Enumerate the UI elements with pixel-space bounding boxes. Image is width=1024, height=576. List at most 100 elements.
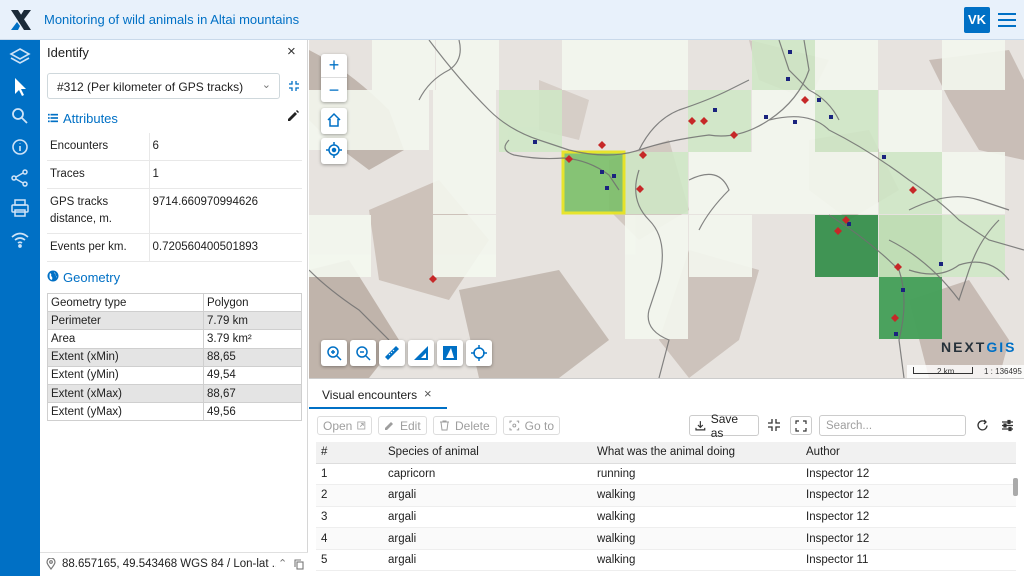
- table-toolbar: Open Edit Delete Go to Save as: [309, 409, 1024, 442]
- cell-activity: walking: [592, 484, 801, 507]
- sliders-icon[interactable]: [1001, 419, 1014, 432]
- target-icon[interactable]: [466, 340, 492, 366]
- cell-author: Inspector 12: [801, 527, 1016, 550]
- geometry-value: Polygon: [203, 292, 302, 313]
- share-icon[interactable]: [8, 166, 32, 190]
- hamburger-menu-icon[interactable]: [997, 10, 1017, 30]
- refresh-icon[interactable]: [976, 419, 989, 432]
- ruler-icon[interactable]: [379, 340, 405, 366]
- table-row[interactable]: 2 argali walking Inspector 12: [316, 484, 1016, 507]
- area-measure-icon[interactable]: [408, 340, 434, 366]
- print-icon[interactable]: [8, 196, 32, 220]
- attributes-heading-label: Attributes: [63, 111, 118, 126]
- go-to-button[interactable]: Go to: [503, 416, 560, 435]
- angle-measure-icon[interactable]: [437, 340, 463, 366]
- feature-select[interactable]: #312 (Per kilometer of GPS tracks) ⌄: [47, 73, 280, 99]
- attribute-value: 1: [149, 160, 302, 189]
- cell-activity: walking: [592, 527, 801, 550]
- map-view[interactable]: + − NEXTGIS 2 km 1 : 136495: [309, 40, 1024, 378]
- fullscreen-button[interactable]: [790, 416, 812, 435]
- user-avatar[interactable]: VK: [964, 7, 990, 33]
- layers-icon[interactable]: [8, 45, 32, 69]
- focus-icon: [509, 420, 520, 431]
- open-button[interactable]: Open: [317, 416, 372, 435]
- geometry-heading[interactable]: Geometry: [47, 270, 120, 285]
- locate-button[interactable]: [321, 138, 347, 164]
- table-header-row: # Species of animal What was the animal …: [316, 442, 1016, 464]
- geometry-value: 7.79 km: [203, 311, 302, 331]
- cell-author: Inspector 12: [801, 484, 1016, 507]
- nextgis-logo-icon[interactable]: [8, 7, 34, 33]
- geometry-name: Area: [47, 329, 204, 349]
- scale-bar: 2 km 1 : 136495: [907, 365, 1024, 378]
- left-toolbar: [0, 40, 40, 576]
- delete-button[interactable]: Delete: [433, 416, 497, 435]
- tab-visual-encounters[interactable]: Visual encounters ×: [309, 379, 447, 409]
- app-header: Monitoring of wild animals in Altai moun…: [0, 0, 1024, 40]
- zoom-in-tool-icon[interactable]: [321, 340, 347, 366]
- attributes-heading[interactable]: Attributes: [47, 111, 118, 126]
- geometry-name: Perimeter: [47, 311, 204, 331]
- zoom-in-button[interactable]: +: [321, 54, 347, 78]
- table-row[interactable]: 5 argali walking Inspector 11: [316, 549, 1016, 572]
- home-icon: [321, 108, 347, 132]
- coordinate-bar: 88.657165, 49.543468 WGS 84 / Lon-lat ..…: [40, 552, 308, 576]
- cell-id: 3: [316, 506, 383, 529]
- column-header-id[interactable]: #: [316, 442, 383, 464]
- column-header-species[interactable]: Species of animal: [383, 442, 592, 464]
- open-button-label: Open: [323, 418, 353, 433]
- save-as-button[interactable]: Save as: [689, 412, 759, 440]
- zoom-control: + −: [321, 54, 347, 102]
- save-as-button-label: Save as: [710, 411, 739, 440]
- chevron-up-icon[interactable]: ⌃: [278, 557, 287, 570]
- geometry-name: Geometry type: [47, 292, 204, 313]
- crosshair-icon: [321, 138, 347, 162]
- table-row[interactable]: 3 argali walking Inspector 12: [316, 506, 1016, 529]
- identify-cursor-icon[interactable]: [8, 75, 32, 99]
- edit-button[interactable]: Edit: [378, 416, 427, 435]
- attribute-name: Encounters: [47, 133, 150, 161]
- pencil-icon[interactable]: [287, 110, 299, 122]
- expand-icon[interactable]: [767, 418, 781, 432]
- attributes-table: Encounters 6 Traces 1 GPS tracks distanc…: [47, 133, 302, 262]
- attribute-grid: # Species of animal What was the animal …: [309, 442, 1024, 576]
- cell-id: 2: [316, 484, 383, 507]
- cell-id: 1: [316, 463, 383, 486]
- home-button[interactable]: [321, 108, 347, 134]
- cell-species: capricorn: [383, 463, 592, 486]
- scrollbar-thumb[interactable]: [1013, 478, 1018, 496]
- panel-title: Identify: [47, 45, 89, 60]
- terrain-basemap: [309, 40, 1024, 378]
- table-row[interactable]: 1 capricorn running Inspector 12: [316, 463, 1016, 486]
- attribute-name: Events per km.: [47, 233, 150, 262]
- close-icon[interactable]: ×: [424, 386, 432, 401]
- coordinate-readout: 88.657165, 49.543468 WGS 84 / Lon-lat ..…: [62, 558, 276, 570]
- nextgis-watermark: NEXTGIS: [941, 339, 1016, 355]
- cell-activity: running: [592, 463, 801, 486]
- geometry-name: Extent (xMax): [47, 383, 204, 404]
- table-search-input[interactable]: [819, 415, 966, 436]
- zoom-to-feature-icon[interactable]: [288, 80, 300, 92]
- download-icon: [695, 421, 706, 431]
- attribute-value: 0.720560400501893: [149, 233, 302, 262]
- attribute-row: Events per km. 0.720560400501893: [47, 233, 302, 262]
- copy-icon[interactable]: [294, 559, 304, 570]
- wifi-icon[interactable]: [8, 227, 32, 251]
- info-icon[interactable]: [8, 135, 32, 159]
- table-scrollbar[interactable]: [1013, 466, 1018, 576]
- table-row[interactable]: 4 argali walking Inspector 12: [316, 527, 1016, 550]
- zoom-out-button[interactable]: −: [321, 78, 347, 102]
- geometry-heading-label: Geometry: [63, 270, 121, 285]
- geometry-row: Extent (yMin) 49,54: [47, 365, 302, 385]
- geometry-row: Geometry type Polygon: [47, 292, 302, 313]
- column-header-author[interactable]: Author: [801, 442, 1016, 464]
- geometry-name: Extent (xMin): [47, 347, 204, 367]
- geometry-row: Perimeter 7.79 km: [47, 311, 302, 331]
- geometry-row: Extent (xMax) 88,67: [47, 383, 302, 404]
- column-header-activity[interactable]: What was the animal doing: [592, 442, 801, 464]
- close-icon[interactable]: ×: [287, 44, 296, 59]
- map-tools: [321, 340, 492, 366]
- zoom-out-tool-icon[interactable]: [350, 340, 376, 366]
- cell-activity: walking: [592, 506, 801, 529]
- search-icon[interactable]: [8, 104, 32, 128]
